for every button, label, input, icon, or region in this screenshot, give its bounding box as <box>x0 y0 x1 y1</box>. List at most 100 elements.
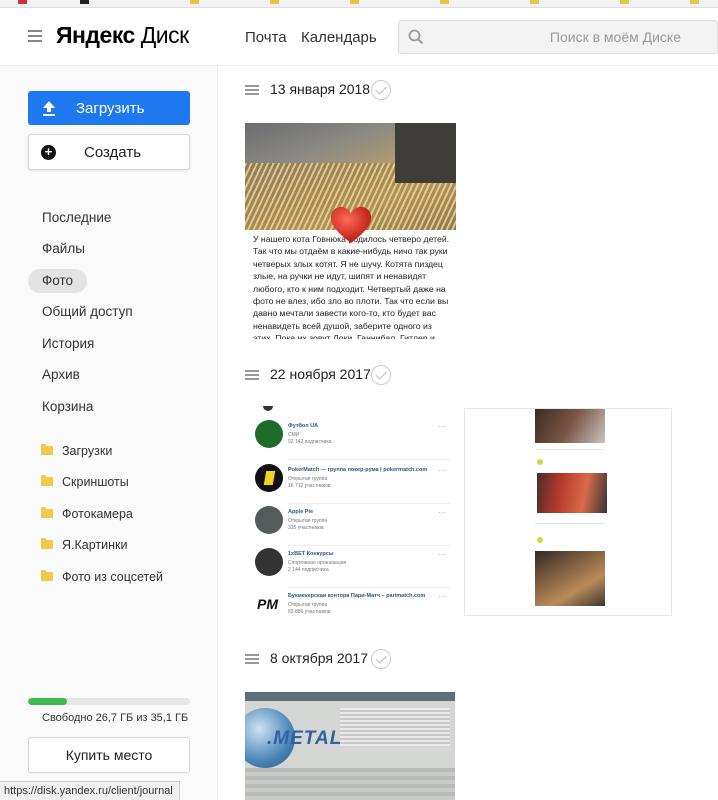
divider <box>288 503 450 504</box>
photo-image-wall <box>395 123 456 183</box>
feed-image <box>535 409 605 443</box>
screenshot-thumbnail[interactable]: Футбол UA СМИ 92 142 подписчика ··· Poke… <box>245 406 455 616</box>
sidebar-item-shared[interactable]: Общий доступ <box>28 300 147 324</box>
bookmark-folder-icon[interactable] <box>190 0 202 5</box>
select-group-check-icon[interactable] <box>371 80 391 100</box>
sidebar-folder-screenshots[interactable]: Скриншоты <box>41 475 129 489</box>
screenshot-thumbnail[interactable] <box>464 408 672 616</box>
sidebar-item-files[interactable]: Файлы <box>28 237 99 261</box>
logo-brand: Яндекс <box>56 22 135 48</box>
vk-community-row: PM Букмекерская контора Пари-Матч – pari… <box>255 590 450 616</box>
bookmark-folder-icon[interactable] <box>690 0 702 5</box>
group-menu-icon[interactable] <box>245 85 259 95</box>
vk-avatar <box>255 420 283 448</box>
status-bar-url: https://disk.yandex.ru/client/journal <box>0 781 180 800</box>
vk-title: Apple Pie <box>288 509 314 515</box>
sidebar-item-recent[interactable]: Последние <box>28 206 125 230</box>
search-box <box>398 20 718 54</box>
group-date: 13 января 2018 <box>270 81 371 97</box>
vk-subtitle: Открытая группа <box>288 476 328 482</box>
group-menu-icon[interactable] <box>245 654 259 664</box>
vk-count: 2 144 подписчика <box>288 567 329 573</box>
sidebar-item-archive[interactable]: Архив <box>28 363 94 387</box>
search-icon[interactable] <box>408 29 424 45</box>
sidebar-item-photo[interactable]: Фото <box>28 269 88 293</box>
photo-thumbnail[interactable]: .METAL <box>245 692 455 800</box>
group-date: 8 октября 2017 <box>270 650 368 666</box>
folder-label: Фото из соцсетей <box>62 570 164 584</box>
divider <box>288 545 450 546</box>
upload-label: Загрузить <box>76 100 145 117</box>
photo-thumbnail[interactable]: У нашего кота Говнюка родилось четверо д… <box>245 123 456 339</box>
vk-count: 335 участников <box>288 525 324 531</box>
buy-space-button[interactable]: Купить место <box>28 737 190 773</box>
logo[interactable]: Яндекс Диск <box>56 22 189 49</box>
vk-avatar <box>255 548 283 576</box>
nav-mail-link[interactable]: Почта <box>245 29 287 46</box>
search-input[interactable] <box>431 21 711 53</box>
folder-icon <box>41 507 53 518</box>
vk-community-row: Футбол UA СМИ 92 142 подписчика ··· <box>255 420 450 460</box>
sidebar-item-history[interactable]: История <box>28 332 108 356</box>
sidebar-folder-social[interactable]: Фото из соцсетей <box>41 570 164 584</box>
vk-community-row: Apple Pie Открытая группа 335 участников… <box>255 506 450 546</box>
bookmark-folder-icon[interactable] <box>270 0 282 5</box>
folder-label: Я.Картинки <box>62 538 128 552</box>
storage-text: Свободно 26,7 ГБ из 35,1 ГБ <box>42 712 189 724</box>
feed-image <box>535 551 605 606</box>
storage-progress-fill <box>28 698 67 705</box>
plus-icon: + <box>41 145 56 160</box>
heart-icon <box>330 206 372 243</box>
vk-avatar <box>255 506 283 534</box>
storage-progress-bar <box>28 698 190 705</box>
vk-count: 83 886 участников <box>288 609 331 615</box>
folder-icon <box>41 475 53 486</box>
group-date: 22 ноября 2017 <box>270 366 371 382</box>
vk-title: Букмекерская контора Пари-Матч – parimat… <box>288 593 426 599</box>
photo-feed: 13 января 2018 У нашего кота Говнюка род… <box>219 66 718 800</box>
select-group-check-icon[interactable] <box>371 649 391 669</box>
folder-label: Фотокамера <box>62 507 133 521</box>
photo-caption-text: У нашего кота Говнюка родилось четверо д… <box>253 234 450 339</box>
more-icon: ··· <box>438 550 446 559</box>
folder-label: Загрузки <box>62 444 113 458</box>
vk-community-row: PokerMatch — группа покер-рума | pokerma… <box>255 464 450 504</box>
divider <box>288 459 450 460</box>
sidebar: Загрузить + Создать Последние Файлы Фото… <box>0 66 218 800</box>
folder-icon <box>41 538 53 549</box>
vk-title: 1xBET Конкурсы <box>288 551 334 557</box>
create-button[interactable]: + Создать <box>28 134 190 170</box>
bookmark-icon[interactable] <box>80 0 92 5</box>
vk-avatar-partial <box>263 406 273 411</box>
create-label: Создать <box>84 144 142 161</box>
vk-count: 16 712 участников <box>288 483 331 489</box>
sidebar-item-trash[interactable]: Корзина <box>28 395 107 419</box>
select-group-check-icon[interactable] <box>371 365 391 385</box>
vk-subtitle: Открытая группа <box>288 602 328 608</box>
vk-title: PokerMatch — группа покер-рума | pokerma… <box>288 467 428 473</box>
sidebar-folder-yaimages[interactable]: Я.Картинки <box>41 538 128 552</box>
nav-calendar-link[interactable]: Календарь <box>301 29 377 46</box>
vk-subtitle: Открытая группа <box>288 518 328 524</box>
divider <box>288 587 450 588</box>
bookmark-folder-icon[interactable] <box>350 0 362 5</box>
vk-avatar <box>255 464 283 492</box>
menu-icon[interactable] <box>28 30 42 42</box>
sidebar-folder-downloads[interactable]: Загрузки <box>41 444 113 458</box>
date-group-header: 22 ноября 2017 <box>245 364 395 388</box>
vk-count: 92 142 подписчика <box>288 439 332 445</box>
folder-icon <box>41 444 53 455</box>
bookmark-icon[interactable] <box>18 0 30 5</box>
bookmark-folder-icon[interactable] <box>620 0 632 5</box>
bookmark-folder-icon[interactable] <box>440 0 452 5</box>
group-menu-icon[interactable] <box>245 370 259 380</box>
bookmark-folder-icon[interactable] <box>530 0 542 5</box>
date-group-header: 13 января 2018 <box>245 79 395 103</box>
upload-button[interactable]: Загрузить <box>28 91 190 125</box>
folder-icon <box>41 570 53 581</box>
sidebar-folder-camera[interactable]: Фотокамера <box>41 507 133 521</box>
folder-label: Скриншоты <box>62 475 129 489</box>
more-icon: ··· <box>438 422 446 431</box>
vk-avatar: PM <box>255 590 283 616</box>
vk-subtitle: СМИ <box>288 432 300 438</box>
